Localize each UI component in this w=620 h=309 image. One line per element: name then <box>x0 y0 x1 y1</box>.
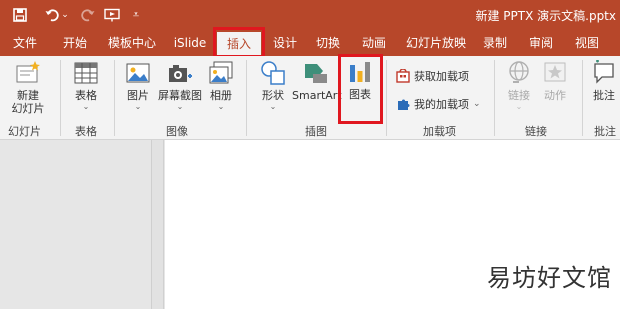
smartart-icon <box>305 64 327 83</box>
group-divider <box>494 60 495 136</box>
link-button[interactable]: 链接 ⌄ <box>502 60 536 111</box>
screenshot-button[interactable]: 屏幕截图 ⌄ <box>156 60 204 111</box>
link-globe-icon <box>509 61 529 83</box>
customize-icon[interactable]: ⩡ <box>130 5 142 25</box>
shapes-button[interactable]: 形状 ⌄ <box>254 60 292 111</box>
comment-icon <box>594 60 614 84</box>
ribbon-tabs: 文件 开始 模板中心 iSlide 插入 设计 切换 动画 幻灯片放映 录制 审… <box>0 30 620 56</box>
table-icon <box>74 62 98 84</box>
undo-icon[interactable] <box>42 5 62 25</box>
tab-slideshow[interactable]: 幻灯片放映 <box>403 30 469 56</box>
chevron-down-icon: ⌄ <box>134 102 142 111</box>
group-divider <box>246 60 247 136</box>
photo-album-button[interactable]: 相册 ⌄ <box>204 60 238 111</box>
present-from-start-icon[interactable] <box>102 5 122 25</box>
my-addins-button[interactable]: 我的加载项 ⌄ <box>396 96 481 112</box>
tab-home[interactable]: 开始 <box>54 30 96 56</box>
screenshot-icon <box>169 65 192 82</box>
chart-button-highlight <box>338 54 383 124</box>
addin-puzzle-icon <box>398 99 410 110</box>
action-button[interactable]: 动作 <box>538 60 572 102</box>
ribbon: 新建 幻灯片 幻灯片 表格 ⌄ 表格 图片 ⌄ 屏幕截图 ⌄ 相册 ⌄ 图像 形… <box>0 54 620 140</box>
group-label-slides: 幻灯片 <box>8 125 41 138</box>
insert-tab-highlight <box>213 27 265 58</box>
new-slide-icon <box>16 61 40 83</box>
chevron-down-icon: ⌄ <box>515 102 523 111</box>
pane-splitter[interactable] <box>152 140 164 309</box>
group-divider <box>60 60 61 136</box>
group-divider <box>114 60 115 136</box>
group-divider <box>386 60 387 136</box>
chevron-down-icon: ⌄ <box>269 102 277 111</box>
tab-record[interactable]: 录制 <box>478 30 512 56</box>
tab-transitions[interactable]: 切换 <box>310 30 346 56</box>
chevron-down-icon: ⌄ <box>217 102 225 111</box>
tab-template-center[interactable]: 模板中心 <box>104 30 160 56</box>
new-slide-button[interactable]: 新建 幻灯片 <box>6 60 50 115</box>
chevron-down-icon: ⌄ <box>473 99 481 109</box>
window-title: 新建 PPTX 演示文稿.pptx <box>475 9 616 23</box>
title-bar: ⌄ ⩡ 新建 PPTX 演示文稿.pptx <box>0 0 620 30</box>
group-label-addins: 加载项 <box>423 125 456 138</box>
picture-icon <box>126 63 150 83</box>
action-star-icon <box>544 62 566 82</box>
tab-animations[interactable]: 动画 <box>354 30 394 56</box>
tab-file[interactable]: 文件 <box>4 30 46 56</box>
tab-review[interactable]: 审阅 <box>524 30 558 56</box>
table-button[interactable]: 表格 ⌄ <box>66 60 106 111</box>
smartart-button[interactable]: SmartArt <box>292 60 342 102</box>
redo-icon[interactable] <box>78 5 98 25</box>
watermark: 易坊好文馆 <box>487 264 612 292</box>
get-addins-button[interactable]: 获取加载项 <box>396 68 469 84</box>
chevron-down-icon: ⌄ <box>176 102 184 111</box>
shapes-icon <box>261 61 285 85</box>
group-label-links: 链接 <box>525 125 547 138</box>
photo-album-icon <box>209 61 233 84</box>
save-icon[interactable] <box>10 5 30 25</box>
group-label-illustrations: 插图 <box>305 125 327 138</box>
workspace: 易坊好文馆 <box>0 140 620 309</box>
tab-islide[interactable]: iSlide <box>168 30 212 56</box>
tab-design[interactable]: 设计 <box>268 30 302 56</box>
group-divider <box>582 60 583 136</box>
picture-button[interactable]: 图片 ⌄ <box>120 60 156 111</box>
comment-button[interactable]: 批注 <box>588 60 620 102</box>
group-label-tables: 表格 <box>75 125 97 138</box>
chevron-down-icon: ⌄ <box>82 102 90 111</box>
tab-view[interactable]: 视图 <box>570 30 604 56</box>
undo-dropdown-icon[interactable]: ⌄ <box>60 5 70 25</box>
slide-thumbnail-pane[interactable] <box>0 140 152 309</box>
store-icon <box>396 69 410 83</box>
group-label-comments: 批注 <box>594 125 616 138</box>
group-label-images: 图像 <box>166 125 188 138</box>
